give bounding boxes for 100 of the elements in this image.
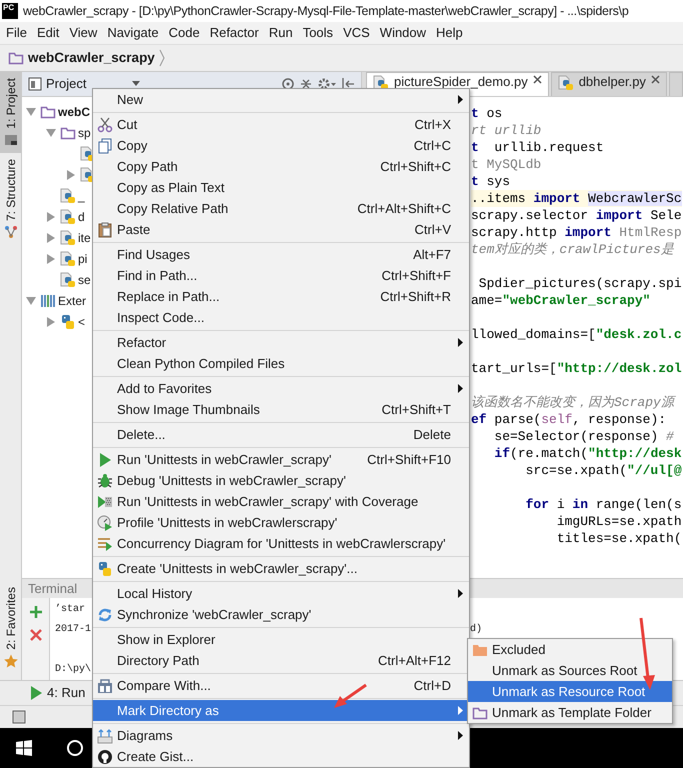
terminal-line: d) [470,622,482,637]
collapsed-arrow-icon[interactable] [46,212,56,222]
menu-item[interactable]: Edit [32,23,64,43]
close-icon[interactable] [532,75,542,84]
editor-tab[interactable]: dbhelper.py [550,72,667,96]
menu-item[interactable]: Local History [93,583,469,604]
compare-icon [97,678,113,694]
code-line: tem对应的类，crawlPictures是 [471,241,675,258]
menu-item[interactable]: Tools [298,23,338,43]
menu-item[interactable]: Code [164,23,205,43]
expanded-arrow-icon[interactable] [26,296,36,306]
menu-item[interactable]: Debug 'Unittests in webCrawler_scrapy' [93,470,469,491]
menu-item[interactable]: Unmark as Resource Root [468,681,672,702]
menu-item[interactable]: Directory Path Ctrl+Alt+F12 [93,650,469,671]
window-title: webCrawler_scrapy - [D:\py\PythonCrawler-Scrapy-Mysql-File-Template-master\webCrawler_scrapy] - ...\spiders\p [23,2,629,20]
menu-item[interactable]: Show Image Thumbnails Ctrl+Shift+T [93,399,469,420]
menu-item[interactable]: Synchronize 'webCrawler_scrapy' [93,604,469,625]
menu-item[interactable]: View [64,23,102,43]
menu-item[interactable]: Diagrams [93,725,469,746]
annotation-arrow [334,684,367,708]
collapsed-arrow-icon[interactable] [66,170,76,180]
shortcut-label: Ctrl+Shift+F10 [367,450,451,469]
menu-item[interactable]: Replace in Path... Ctrl+Shift+R [93,286,469,307]
library-icon [40,292,56,308]
tree-item[interactable]: d [78,208,85,226]
python-file-icon [60,188,76,204]
menu-item[interactable]: Create Gist... [93,746,469,767]
locate-icon[interactable] [281,77,295,91]
run-icon [97,452,113,468]
tool-window-tab[interactable]: 4: Run [47,683,86,703]
tree-item[interactable]: ite [78,228,91,246]
menu-item[interactable]: Unmark as Sources Root [468,660,672,681]
menu-item[interactable]: Copy as Plain Text [93,177,469,198]
search-icon[interactable] [66,739,84,757]
menu-item[interactable]: Concurrency Diagram for 'Unittests in webCrawlerscrapy' [93,533,469,554]
close-icon[interactable] [28,628,42,642]
menu-item[interactable]: Add to Favorites [93,378,469,399]
menu-item[interactable]: File [1,23,32,43]
menu-item[interactable]: Paste Ctrl+V [93,219,469,240]
code-line: t os [471,105,504,122]
menu-item[interactable]: Excluded [468,639,672,660]
collapsed-arrow-icon[interactable] [46,254,56,264]
side-tab[interactable]: 7: Structure [0,152,21,245]
tree-item[interactable]: se [78,270,91,288]
collapsed-arrow-icon[interactable] [46,316,56,326]
tree-item[interactable]: Exter [58,292,86,310]
menu-item[interactable]: Unmark as Template Folder [468,702,672,723]
structure-icon [4,224,18,239]
menu-item[interactable]: Cut Ctrl+X [93,114,469,135]
shortcut-label: Ctrl+Alt+F12 [378,652,451,670]
settings-icon[interactable] [317,77,337,91]
menu-item[interactable]: Copy Path Ctrl+Shift+C [93,156,469,177]
tree-item[interactable]: _ [78,186,85,204]
menu-item[interactable]: Refactor [204,23,264,43]
code-line: if(re.match("http://desk [493,445,682,462]
hide-icon[interactable] [341,77,355,91]
menu-item[interactable]: Find Usages Alt+F7 [93,244,469,265]
menu-item[interactable]: Run 'Unittests in webCrawler_scrapy' Ctrl+Shift+F10 [93,449,469,470]
expanded-arrow-icon[interactable] [46,128,56,138]
menu-item[interactable]: Run 'Unittests in webCrawler_scrapy' with Coverage [93,491,469,512]
code-line: t sys [471,173,512,190]
code-line: Spdier_pictures(scrapy.spi [478,275,682,292]
tree-item[interactable]: webC [58,102,90,120]
menu-item[interactable]: Run [264,23,298,43]
code-line: ame="webCrawler_scrapy" [471,292,652,309]
close-icon[interactable] [650,75,660,84]
menu-item[interactable]: Window [374,23,432,43]
menu-item[interactable]: Mark Directory as [93,700,469,721]
menu-item[interactable]: Find in Path... Ctrl+Shift+F [93,265,469,286]
side-tab[interactable]: 1: Project [0,72,21,153]
expanded-arrow-icon[interactable] [26,106,36,116]
start-icon[interactable] [16,740,32,756]
collapsed-arrow-icon[interactable] [46,232,56,242]
menu-item[interactable]: Clean Python Compiled Files [93,353,469,374]
menu-item[interactable]: Refactor [93,332,469,353]
tree-item[interactable]: pi [78,250,88,268]
layout-icon[interactable] [12,710,26,724]
menu-item[interactable]: Create 'Unittests in webCrawler_scrapy'... [93,558,469,579]
sync-icon [97,606,113,622]
menu-item[interactable]: Show in Explorer [93,629,469,650]
menu-item[interactable]: VCS [338,23,375,43]
menu-item[interactable]: Help [431,23,468,43]
menu-item[interactable]: Inspect Code... [93,307,469,328]
side-tab[interactable]: 2: Favorites [0,581,21,674]
shortcut-label: Ctrl+X [414,116,451,134]
breadcrumb-item[interactable]: webCrawler_scrapy [28,48,155,68]
panel-title[interactable]: Project [46,74,86,94]
tree-item[interactable]: sp [78,124,91,142]
menu-item[interactable]: Navigate [102,23,164,43]
tree-item[interactable]: < [78,312,86,330]
menu-item[interactable]: Copy Ctrl+C [93,135,469,156]
menu-item[interactable]: Profile 'Unittests in webCrawlerscrapy' [93,512,469,533]
menu-item[interactable]: Copy Relative Path Ctrl+Alt+Shift+C [93,198,469,219]
add-icon[interactable] [28,605,42,619]
menu-item[interactable]: Compare With... Ctrl+D [93,675,469,696]
collapse-icon[interactable] [299,77,313,91]
bug-icon [97,472,113,488]
run-icon[interactable] [30,686,42,700]
menu-item[interactable]: Delete... Delete [93,424,469,445]
panel-title[interactable]: Terminal [28,578,78,598]
